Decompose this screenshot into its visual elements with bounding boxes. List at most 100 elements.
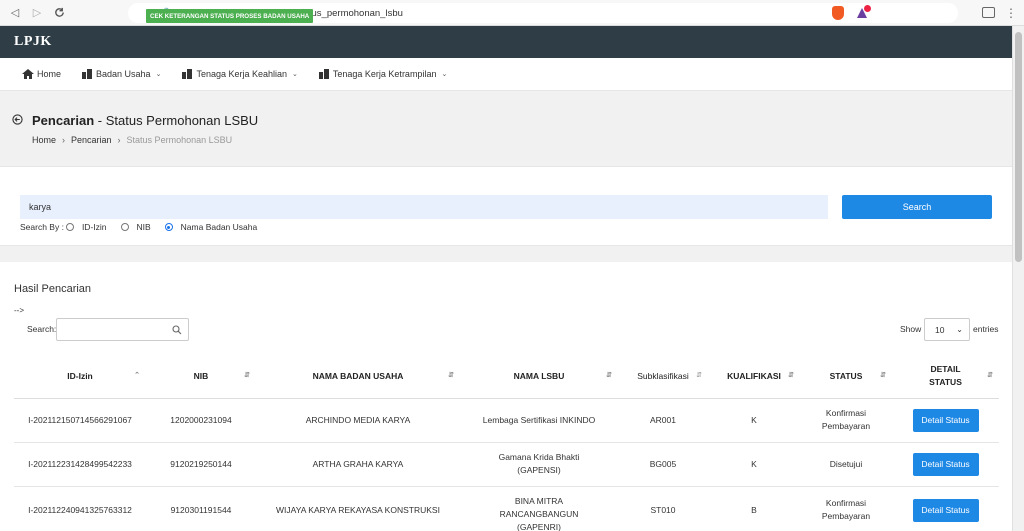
forward-nav-icon[interactable]: ▷ (26, 2, 48, 24)
cell-detail: Detail Status (892, 398, 999, 443)
page-header (0, 92, 1012, 164)
entries-select[interactable]: 10 ⌄ (924, 318, 970, 341)
radio-label-nama-badan-usaha: Nama Badan Usaha (180, 222, 258, 232)
radio-label-nib: NIB (136, 222, 151, 232)
cell-subklasifikasi: BG005 (618, 442, 708, 487)
column-header-label: ID-Izin (67, 370, 93, 381)
cell-kualifikasi: B (708, 486, 800, 531)
status-proses-button[interactable]: CEK KETERANGAN STATUS PROSES BADAN USAHA (146, 9, 314, 23)
breadcrumb-pencarian[interactable]: Pencarian (71, 135, 112, 145)
menu-item-label: Badan Usaha (96, 69, 151, 79)
menu-item-tenaga-kerja-ketrampilan[interactable]: Tenaga Kerja Ketrampilan ⌄ (318, 69, 447, 79)
building-icon (82, 69, 93, 79)
breadcrumb-separator: › (62, 135, 66, 145)
scrollbar-thumb[interactable] (1015, 32, 1022, 262)
status-text: Konfirmasi Pembayaran (821, 408, 871, 431)
menu-item-tenaga-kerja-keahlian[interactable]: Tenaga Kerja Keahlian ⌄ (181, 69, 298, 79)
table-row: I-202112231428499542233 9120219250144 AR… (14, 442, 999, 487)
status-text: Konfirmasi Pembayaran (821, 498, 871, 521)
sort-icon: ⇵ (880, 372, 886, 379)
column-header-label: NAMA BADAN USAHA (312, 370, 404, 381)
app-header: LPJK (0, 26, 1012, 58)
cell-status: Konfirmasi Pembayaran (800, 486, 892, 531)
lsbu-text: Gamana Krida Bhakti (GAPENSI) (498, 452, 580, 475)
back-nav-icon[interactable]: ◁ (4, 2, 26, 24)
arrow-text: --> (14, 306, 24, 315)
lpjk-logo[interactable]: LPJK (14, 34, 52, 50)
sort-icon: ⇵ (606, 372, 612, 379)
search-by-group: Search By : ID-Izin NIB Nama Badan Usaha (20, 222, 269, 232)
column-header-status[interactable]: STATUS ⇵ (800, 354, 892, 399)
column-header-label: DETAIL STATUS (929, 363, 962, 387)
menu-item-label: Tenaga Kerja Ketrampilan (332, 69, 437, 79)
menu-item-home[interactable]: Home (22, 69, 61, 79)
sort-icon: ⇵ (448, 372, 454, 379)
notification-badge (864, 5, 871, 12)
search-by-label: Search By : (20, 222, 64, 232)
table-search-input[interactable] (56, 318, 189, 341)
column-header-label: NAMA LSBU (513, 370, 565, 381)
breadcrumb-home[interactable]: Home (32, 135, 56, 145)
table-header-row: ID-Izin ⌃ NIB ⇵ NAMA BADAN USAHA ⇵ NAMA LSB… (14, 354, 999, 399)
detail-status-button[interactable]: Detail Status (912, 408, 979, 432)
lsbu-text: BINA MITRA RANCANGBANGUN (GAPENRI) (499, 495, 579, 531)
main-menu: Home Badan Usaha ⌄ Tenaga Kerja Keahlian… (0, 58, 1012, 91)
column-header-id-izin[interactable]: ID-Izin ⌃ (14, 354, 146, 399)
sort-icon: ⇵ (788, 372, 794, 379)
cell-nib: 9120219250144 (146, 442, 256, 487)
search-icon[interactable] (172, 325, 182, 335)
breadcrumb-separator: › (117, 135, 121, 145)
entries-label: entries (973, 324, 999, 334)
breadcrumb-current: Status Permohonan LSBU (126, 135, 233, 145)
table-search-label: Search: (27, 324, 57, 334)
cell-subklasifikasi: ST010 (618, 486, 708, 531)
column-header-label: NIB (193, 370, 209, 381)
cell-id-izin: I-202112240941325763312 (14, 486, 146, 531)
results-title: Hasil Pencarian (14, 283, 92, 295)
column-header-subklasifikasi[interactable]: Subklasifikasi ⇵ (618, 354, 708, 399)
column-header-kualifikasi[interactable]: KUALIFIKASI ⇵ (708, 354, 800, 399)
radio-label-id-izin: ID-Izin (81, 222, 107, 232)
results-panel: Hasil Pencarian --> Search: Show 10 ⌄ en… (0, 262, 1012, 531)
column-header-nama-badan-usaha[interactable]: NAMA BADAN USAHA ⇵ (256, 354, 460, 399)
cell-id-izin: I-202112150714566291067 (14, 398, 146, 443)
detail-status-button[interactable]: Detail Status (912, 498, 979, 522)
radio-id-izin[interactable] (65, 223, 74, 231)
reload-icon[interactable] (48, 2, 70, 24)
home-icon (22, 69, 34, 79)
cell-kualifikasi: K (708, 442, 800, 487)
wallet-icon[interactable] (982, 7, 995, 18)
cell-status: Disetujui (800, 442, 892, 487)
column-header-nib[interactable]: NIB ⇵ (146, 354, 256, 399)
cell-nama-badan-usaha: ARCHINDO MEDIA KARYA (256, 398, 460, 443)
table-row: I-202112150714566291067 1202000231094 AR… (14, 398, 999, 443)
column-header-label: STATUS (829, 370, 863, 381)
detail-status-button[interactable]: Detail Status (912, 452, 979, 476)
menu-item-label: Home (37, 69, 62, 79)
search-button[interactable]: Search (842, 195, 992, 219)
search-input[interactable] (20, 195, 828, 219)
column-header-nama-lsbu[interactable]: NAMA LSBU ⇵ (460, 354, 618, 399)
column-header-detail-status[interactable]: DETAIL STATUS ⇵ (892, 354, 999, 399)
radio-nama-badan-usaha[interactable] (164, 223, 173, 231)
cell-nama-lsbu: Gamana Krida Bhakti (GAPENSI) (460, 442, 618, 487)
menu-item-badan-usaha[interactable]: Badan Usaha ⌄ (81, 69, 161, 79)
cell-subklasifikasi: AR001 (618, 398, 708, 443)
cell-status: Konfirmasi Pembayaran (800, 398, 892, 443)
sort-icon: ⇵ (987, 372, 993, 379)
page-title-rest: - Status Permohonan LSBU (94, 113, 259, 128)
page-scrollbar[interactable] (1012, 26, 1024, 531)
brave-shield-icon[interactable] (832, 6, 844, 20)
radio-nib[interactable] (120, 223, 129, 231)
browser-menu-icon[interactable]: ⋮ (1005, 6, 1017, 20)
cell-nama-badan-usaha: WIJAYA KARYA REKAYASA KONSTRUKSI (256, 486, 460, 531)
building-icon (182, 69, 193, 79)
cell-detail: Detail Status (892, 486, 999, 531)
chevron-down-icon: ⌄ (441, 71, 448, 78)
cell-nib: 1202000231094 (146, 398, 256, 443)
page-title-bold: Pencarian (32, 113, 95, 128)
cell-nama-lsbu: BINA MITRA RANCANGBANGUN (GAPENRI) (460, 486, 618, 531)
cell-nama-lsbu: Lembaga Sertifikasi INKINDO (460, 398, 618, 443)
sort-asc-icon: ⌃ (134, 372, 140, 379)
back-arrow-icon[interactable] (12, 114, 23, 125)
